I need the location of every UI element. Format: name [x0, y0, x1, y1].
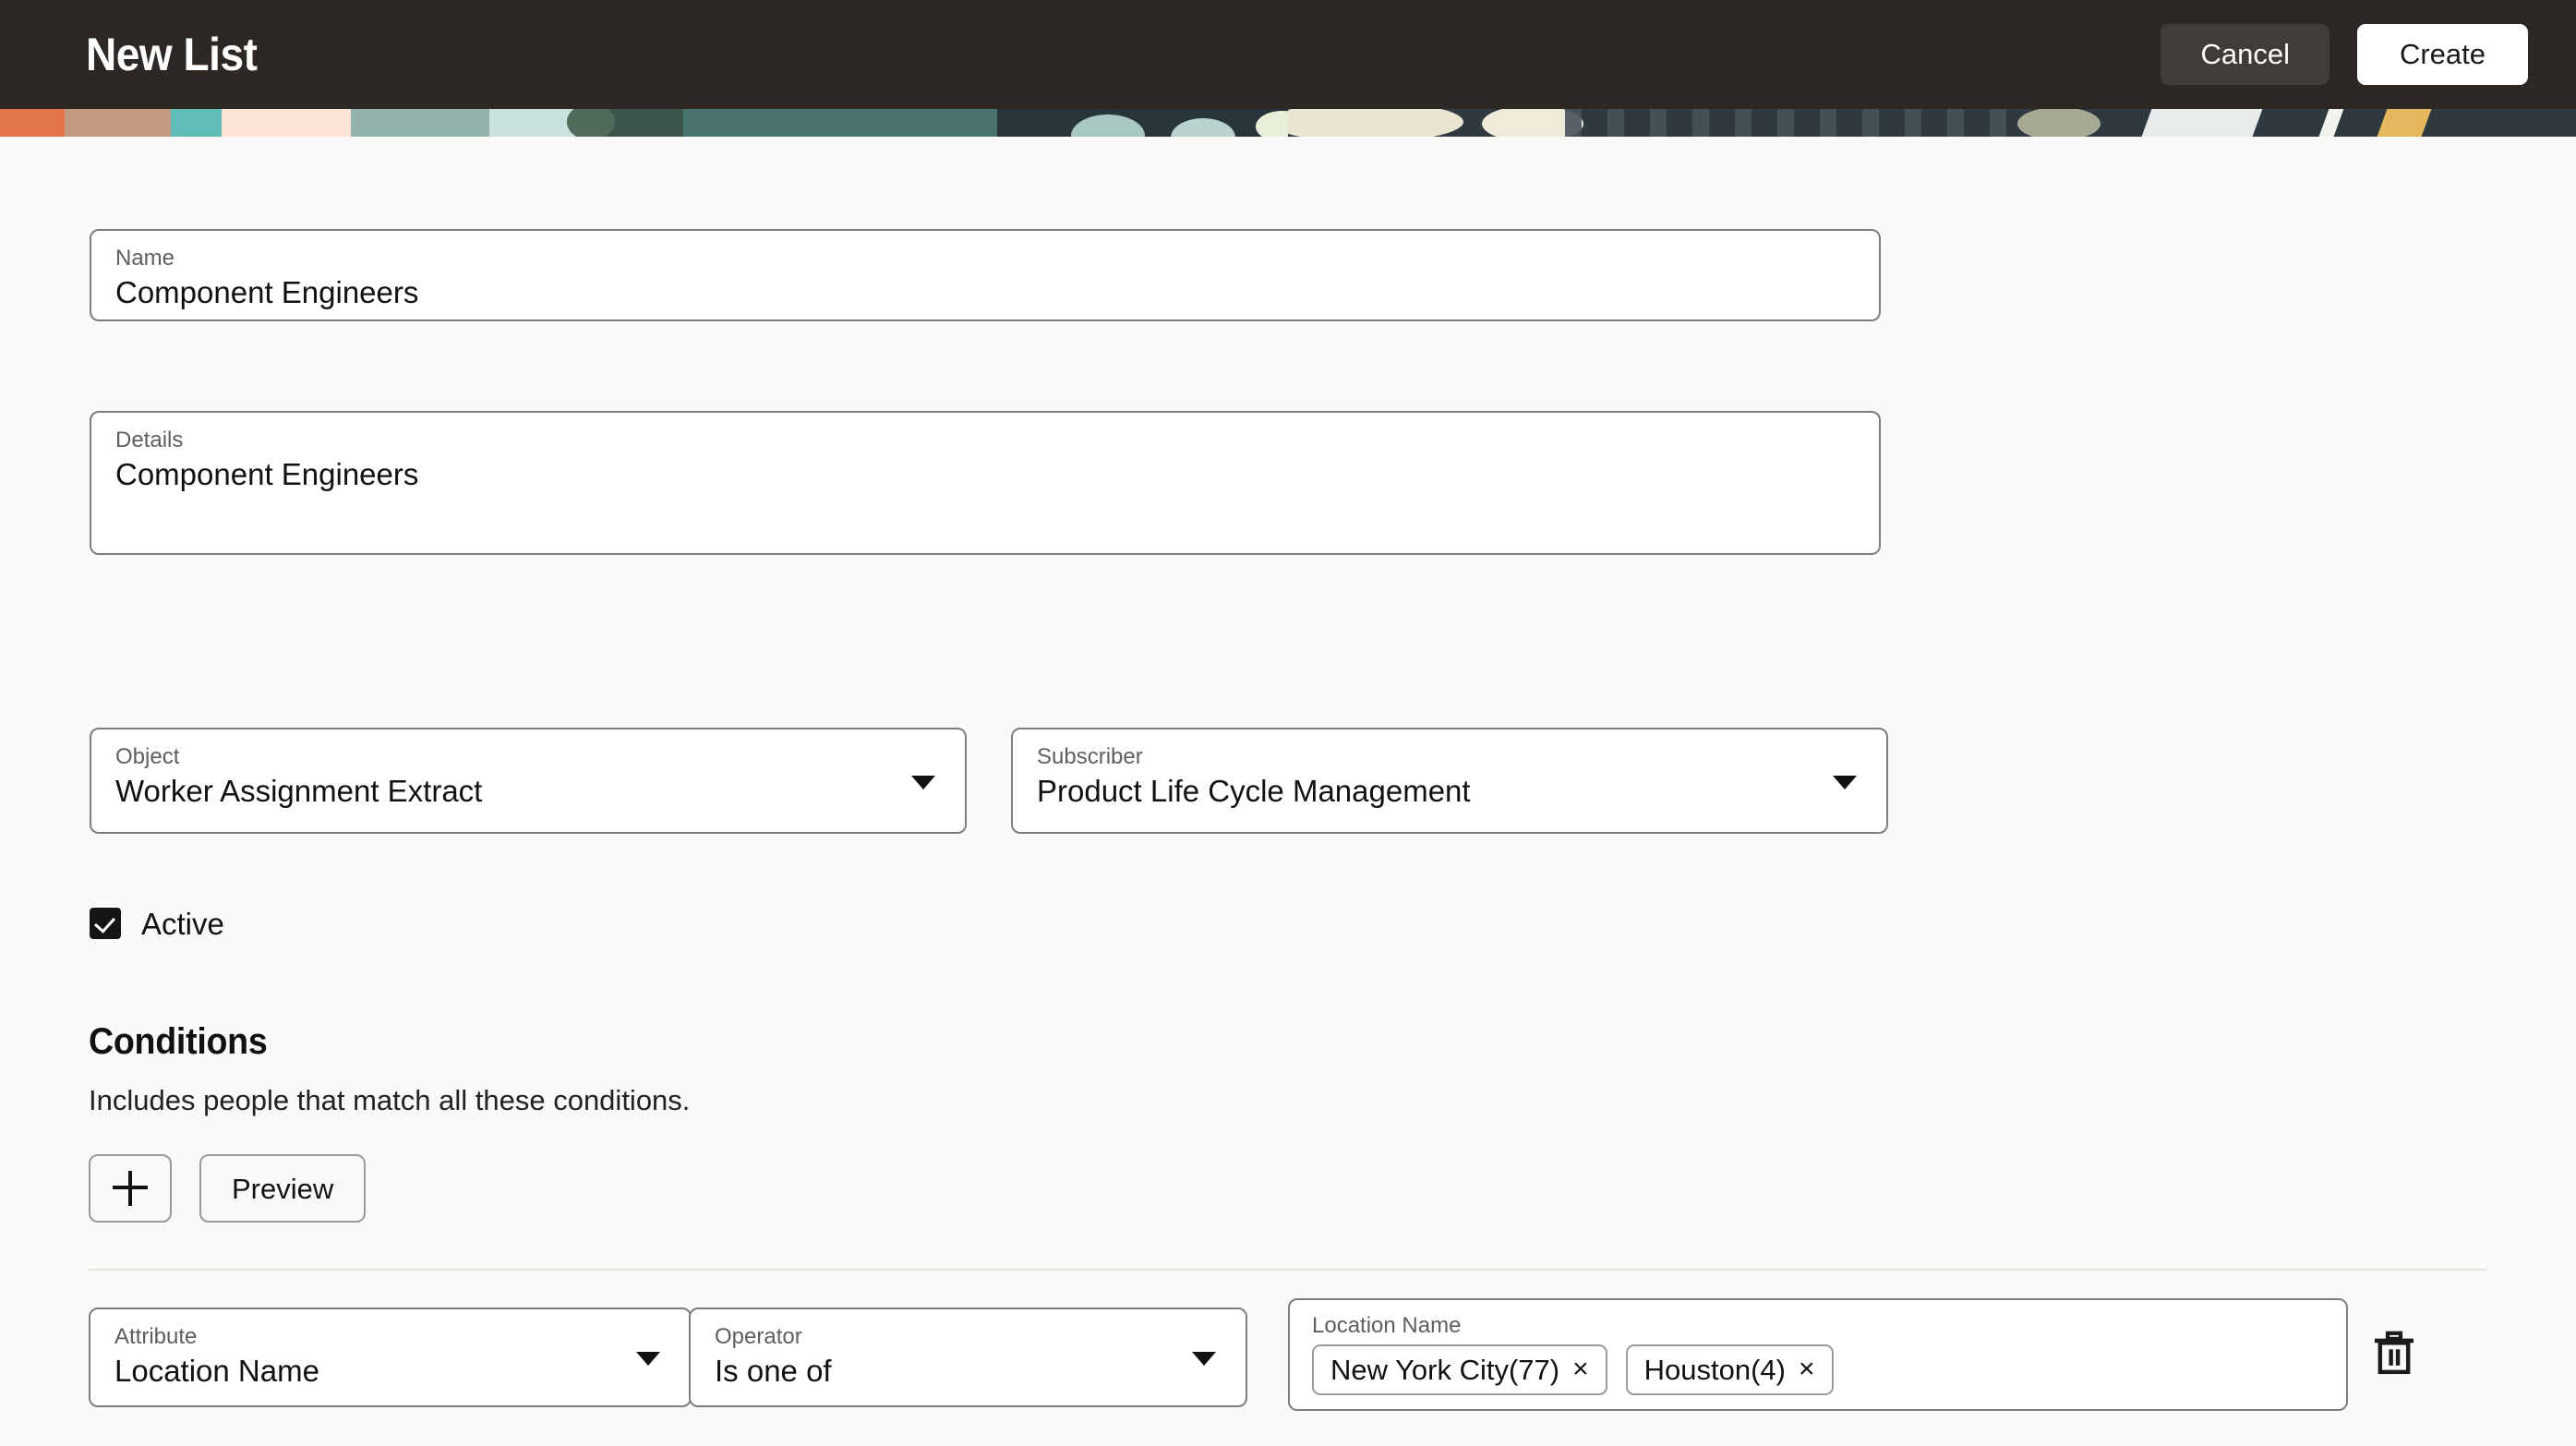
chevron-down-icon — [1833, 775, 1857, 789]
trash-icon — [2375, 1331, 2413, 1375]
conditions-toolbar: Preview — [89, 1154, 367, 1223]
subscriber-select-label: Subscriber — [1037, 744, 1143, 769]
banner-stripe-white — [2318, 109, 2344, 137]
condition-attribute-value: Location Name — [114, 1353, 319, 1388]
add-condition-button[interactable] — [89, 1154, 172, 1223]
subscriber-select-value: Product Life Cycle Management — [1037, 773, 1471, 808]
condition-attribute-select[interactable]: Attribute Location Name — [89, 1307, 692, 1407]
banner-stripe-gold — [2377, 109, 2432, 137]
conditions-description: Includes people that match all these con… — [89, 1084, 691, 1116]
banner-shape-slate — [683, 109, 997, 137]
conditions-heading: Conditions — [89, 1021, 268, 1062]
condition-row: Attribute Location Name Operator Is one … — [0, 1298, 2576, 1446]
banner-dash-texture — [1565, 109, 2008, 137]
cancel-button[interactable]: Cancel — [2161, 23, 2329, 86]
active-checkbox[interactable] — [90, 908, 121, 939]
chevron-down-icon — [1192, 1352, 1216, 1366]
condition-operator-label: Operator — [715, 1324, 802, 1349]
details-field[interactable]: Details Component Engineers — [90, 411, 1881, 555]
condition-operator-select[interactable]: Operator Is one of — [689, 1307, 1247, 1407]
page-title: New List — [86, 29, 258, 80]
banner-shape-tan — [65, 109, 171, 137]
value-chip-label: New York City(77) — [1330, 1353, 1560, 1386]
active-checkbox-row[interactable]: Active — [90, 908, 224, 939]
close-icon[interactable]: × — [1572, 1356, 1589, 1383]
details-field-value: Component Engineers — [115, 456, 419, 491]
name-field-label: Name — [115, 246, 175, 271]
details-field-label: Details — [115, 428, 184, 452]
create-button[interactable]: Create — [2356, 23, 2528, 86]
object-select-label: Object — [115, 744, 180, 769]
banner-shape-peach — [222, 109, 351, 137]
chevron-down-icon — [636, 1352, 660, 1366]
delete-condition-button[interactable] — [2368, 1328, 2420, 1380]
value-chip[interactable]: Houston(4) × — [1625, 1344, 1834, 1396]
active-checkbox-label: Active — [141, 906, 224, 941]
object-select-value: Worker Assignment Extract — [115, 773, 483, 808]
subscriber-select[interactable]: Subscriber Product Life Cycle Management — [1011, 728, 1888, 834]
value-chip[interactable]: New York City(77) × — [1312, 1344, 1607, 1396]
chevron-down-icon — [911, 775, 935, 789]
form-content: Name Component Engineers Details Compone… — [0, 137, 2576, 1411]
banner-cream-shape-c — [2017, 109, 2101, 137]
close-icon[interactable]: × — [1799, 1356, 1815, 1383]
banner-pattern-right — [1288, 109, 2576, 137]
banner-shape-sage — [351, 109, 489, 137]
name-field[interactable]: Name Component Engineers — [90, 229, 1881, 321]
condition-attribute-label: Attribute — [114, 1324, 198, 1349]
preview-button[interactable]: Preview — [199, 1154, 367, 1223]
banner-curve-green — [567, 109, 615, 137]
name-field-value: Component Engineers — [115, 274, 419, 309]
conditions-divider — [89, 1269, 2486, 1271]
condition-operator-value: Is one of — [715, 1353, 832, 1388]
plus-icon — [113, 1171, 148, 1206]
decorative-banner — [0, 109, 2576, 137]
banner-pattern-left — [0, 109, 1288, 137]
banner-shape-teal — [171, 109, 222, 137]
object-select[interactable]: Object Worker Assignment Extract — [90, 728, 967, 834]
value-chip-label: Houston(4) — [1643, 1353, 1786, 1386]
top-app-bar: New List Cancel Create — [0, 0, 2576, 109]
condition-values-field[interactable]: Location Name New York City(77) × Housto… — [1288, 1298, 2348, 1411]
banner-stripe-light — [2141, 109, 2263, 137]
condition-values-chips: New York City(77) × Houston(4) × — [1312, 1344, 2324, 1396]
condition-values-label: Location Name — [1312, 1313, 1462, 1338]
banner-shape-orange — [0, 109, 65, 137]
banner-cream-shape-a — [1288, 109, 1463, 137]
top-bar-actions: Cancel Create — [2161, 23, 2528, 86]
